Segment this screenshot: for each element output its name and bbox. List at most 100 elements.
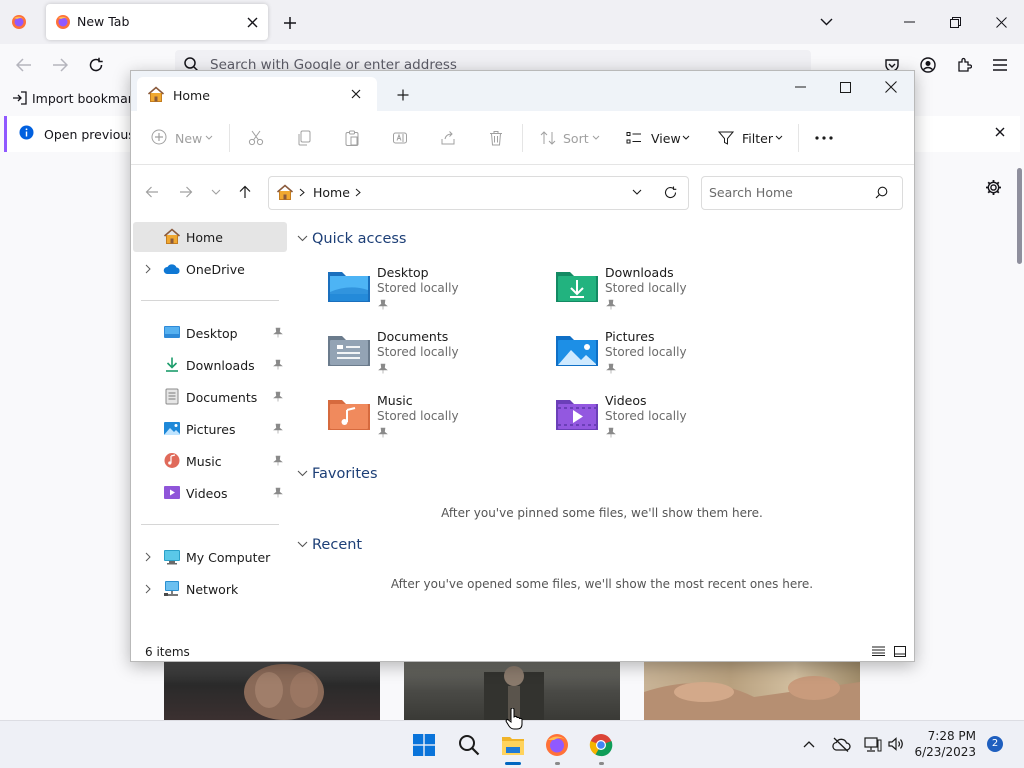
chevron-right-icon[interactable]: [145, 552, 151, 562]
firefox-tab-icon: [55, 14, 71, 30]
forward-icon[interactable]: [177, 184, 195, 200]
address-history-icon[interactable]: [630, 185, 644, 199]
top-site-thumbnail[interactable]: [644, 662, 860, 720]
reload-icon[interactable]: [86, 55, 106, 75]
close-tab-icon[interactable]: [244, 14, 260, 30]
quick-access-item-pictures[interactable]: Pictures Stored locally: [555, 329, 755, 381]
sort-button[interactable]: Sort: [563, 131, 589, 146]
videos-folder-icon: [555, 396, 599, 432]
chevron-right-icon[interactable]: [145, 264, 151, 274]
back-icon[interactable]: [14, 56, 34, 74]
quick-access-item-music[interactable]: Music Stored locally: [327, 393, 527, 445]
section-quick-access[interactable]: Quick access: [312, 231, 406, 247]
cloud-offline-icon[interactable]: [830, 735, 852, 753]
copy-icon[interactable]: [295, 129, 313, 147]
page-scrollbar[interactable]: [1017, 168, 1022, 264]
nav-item-documents[interactable]: Documents: [133, 382, 287, 412]
notification-badge[interactable]: 2: [987, 736, 1003, 752]
chevron-right-icon[interactable]: [145, 584, 151, 594]
search-icon[interactable]: [455, 731, 483, 759]
section-favorites[interactable]: Favorites: [312, 466, 378, 482]
quick-access-item-documents[interactable]: Documents Stored locally: [327, 329, 527, 381]
windows-start-icon[interactable]: [410, 731, 438, 759]
clock-time[interactable]: 7:28 PM: [920, 729, 976, 743]
close-window-icon[interactable]: [992, 14, 1010, 30]
close-notification-icon[interactable]: [992, 124, 1008, 140]
nav-item-music[interactable]: Music: [133, 446, 287, 476]
breadcrumb-chevron-icon[interactable]: [299, 188, 305, 197]
back-icon[interactable]: [143, 184, 161, 200]
minimize-icon[interactable]: [791, 79, 809, 95]
nav-item-onedrive[interactable]: OneDrive: [133, 254, 287, 284]
top-site-thumbnail[interactable]: [164, 662, 380, 720]
nav-item-desktop[interactable]: Desktop: [133, 318, 287, 348]
quick-access-item-desktop[interactable]: Desktop Stored locally: [327, 265, 527, 317]
pin-icon[interactable]: [273, 391, 283, 402]
rename-icon[interactable]: [391, 129, 409, 147]
hamburger-menu-icon[interactable]: [990, 55, 1010, 75]
close-window-icon[interactable]: [882, 79, 900, 95]
nav-item-videos[interactable]: Videos: [133, 478, 287, 508]
breadcrumb-chevron-icon[interactable]: [355, 188, 361, 197]
onedrive-cloud-icon: [163, 263, 181, 275]
up-icon[interactable]: [237, 183, 253, 201]
pin-icon[interactable]: [273, 327, 283, 338]
file-explorer-window: Home New Sort View Filter Home Search Ho…: [130, 70, 915, 662]
recent-locations-icon[interactable]: [209, 186, 223, 198]
quick-access-item-videos[interactable]: Videos Stored locally: [555, 393, 755, 445]
nav-item-my-computer[interactable]: My Computer: [133, 542, 287, 572]
volume-icon[interactable]: [886, 735, 906, 753]
pin-icon: [378, 299, 388, 310]
filter-button[interactable]: Filter: [742, 131, 773, 146]
maximize-icon[interactable]: [836, 79, 854, 95]
nav-item-home[interactable]: Home: [133, 222, 287, 252]
refresh-icon[interactable]: [662, 184, 678, 200]
view-button[interactable]: View: [651, 131, 681, 146]
chevron-up-icon[interactable]: [800, 736, 818, 752]
nav-item-downloads[interactable]: Downloads: [133, 350, 287, 380]
file-explorer-taskbar-icon[interactable]: [499, 731, 527, 759]
pin-icon[interactable]: [273, 359, 283, 370]
downloads-folder-icon: [555, 268, 599, 304]
gear-icon[interactable]: [983, 177, 1003, 197]
chevron-down-icon[interactable]: [297, 541, 308, 548]
new-tab-icon[interactable]: [395, 87, 411, 103]
pin-icon[interactable]: [273, 423, 283, 434]
paste-icon[interactable]: [343, 129, 361, 147]
new-tab-icon[interactable]: [281, 14, 299, 32]
forward-icon[interactable]: [50, 56, 70, 74]
section-recent[interactable]: Recent: [312, 537, 362, 553]
more-options-icon[interactable]: [813, 129, 835, 147]
nav-item-pictures[interactable]: Pictures: [133, 414, 287, 444]
downloads-icon: [163, 356, 181, 373]
pin-icon[interactable]: [273, 487, 283, 498]
chrome-taskbar-icon[interactable]: [587, 731, 615, 759]
share-icon[interactable]: [439, 129, 457, 147]
close-tab-icon[interactable]: [349, 87, 363, 101]
firefox-view-icon[interactable]: [10, 13, 28, 31]
minimize-icon[interactable]: [900, 14, 918, 30]
quick-access-item-downloads[interactable]: Downloads Stored locally: [555, 265, 755, 317]
tiles-view-icon[interactable]: [892, 644, 908, 658]
list-all-tabs-icon[interactable]: [817, 14, 835, 30]
chevron-down-icon[interactable]: [297, 235, 308, 242]
nav-item-network[interactable]: Network: [133, 574, 287, 604]
restore-icon[interactable]: [946, 14, 964, 30]
quick-access-status: Stored locally: [605, 281, 687, 295]
search-input[interactable]: Search Home: [709, 185, 793, 200]
nav-item-label: Pictures: [186, 422, 236, 437]
breadcrumb-home[interactable]: Home: [313, 185, 350, 200]
delete-icon[interactable]: [487, 129, 505, 147]
pin-icon[interactable]: [273, 455, 283, 466]
extensions-icon[interactable]: [954, 55, 974, 75]
pin-icon: [378, 363, 388, 374]
details-view-icon[interactable]: [870, 644, 886, 658]
status-item-count: 6 items: [145, 645, 190, 659]
chevron-down-icon[interactable]: [297, 470, 308, 477]
network-status-icon[interactable]: [862, 735, 884, 753]
new-button[interactable]: New: [175, 131, 202, 146]
account-icon[interactable]: [918, 55, 938, 75]
clock-date[interactable]: 6/23/2023: [912, 745, 976, 759]
firefox-taskbar-icon[interactable]: [543, 731, 571, 759]
cut-icon[interactable]: [247, 129, 265, 147]
